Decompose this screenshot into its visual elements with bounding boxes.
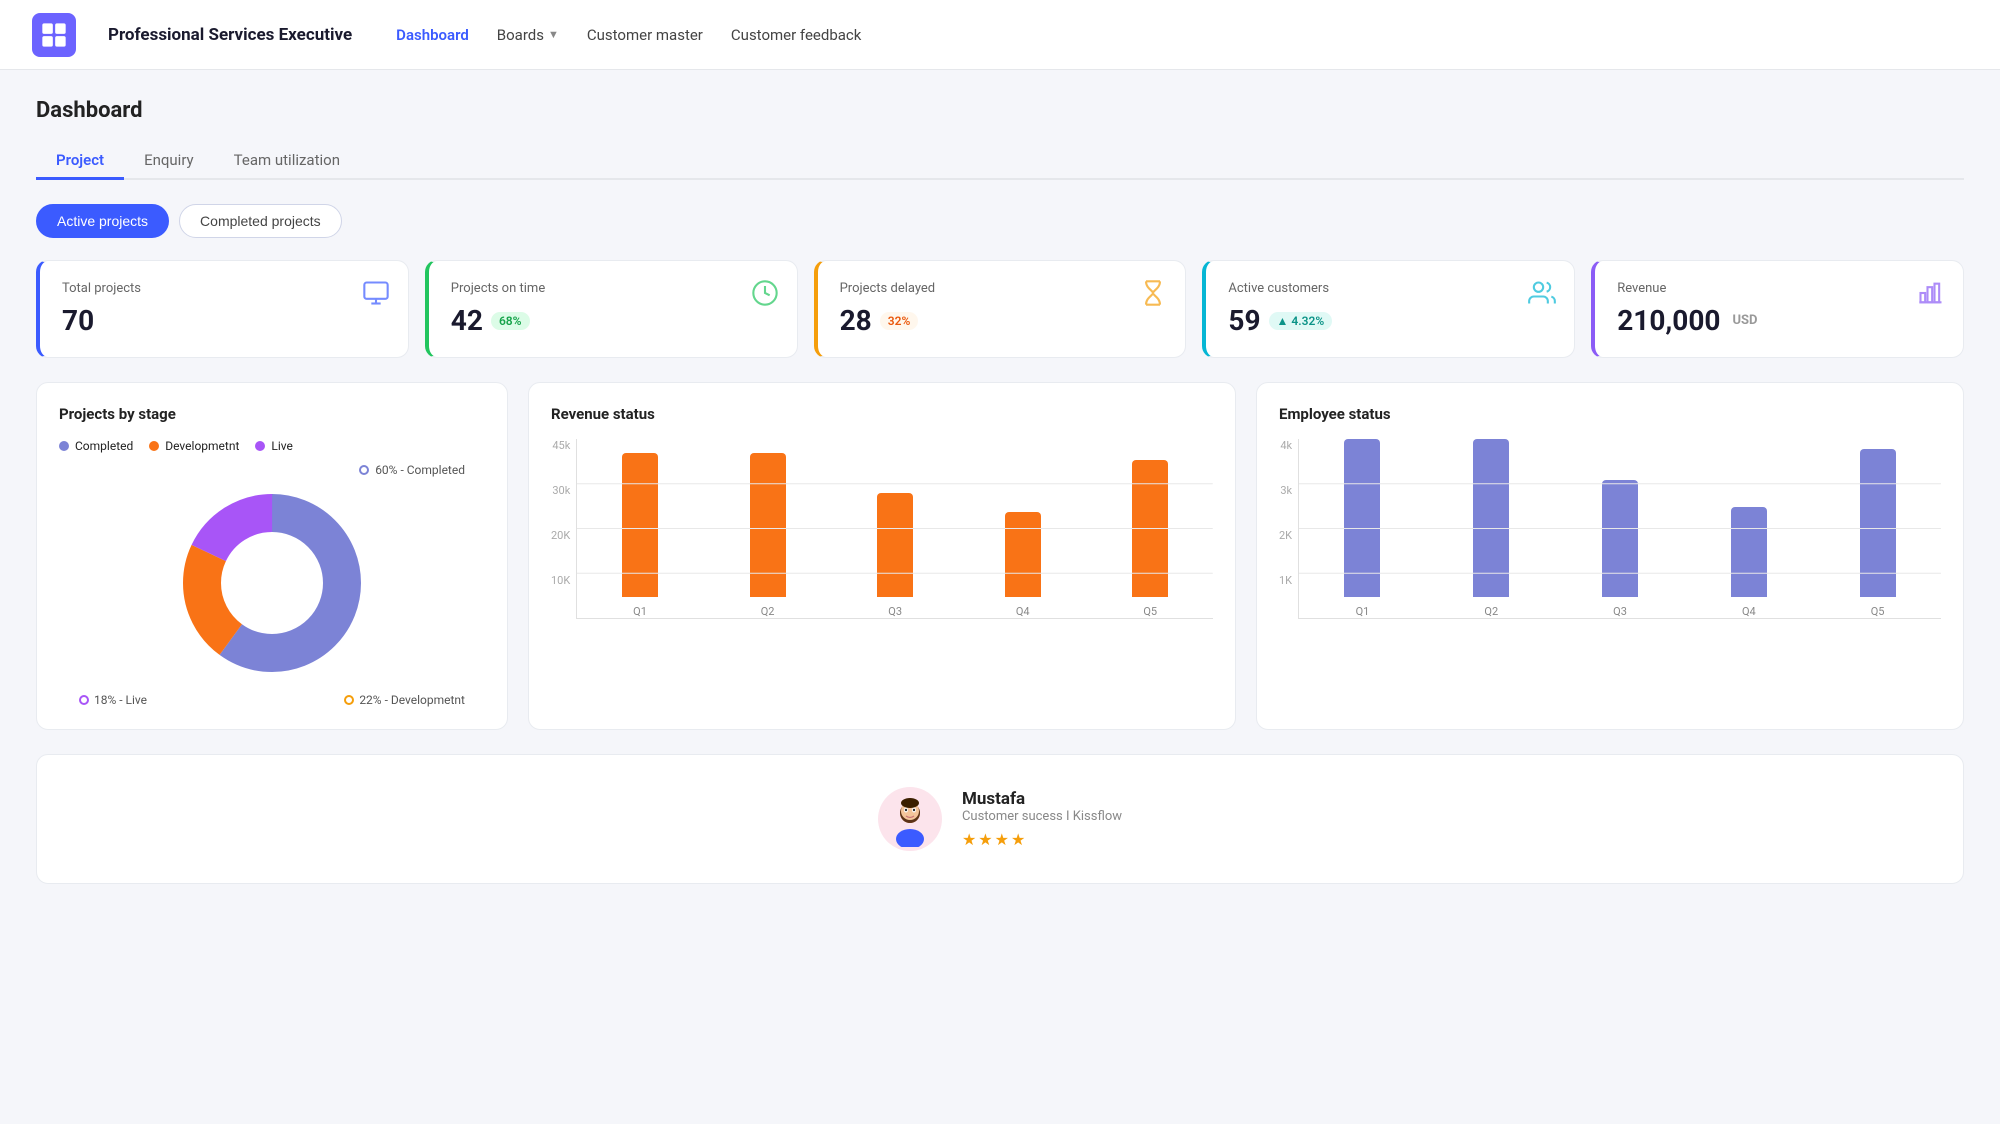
donut-chart-title: Projects by stage [59,405,485,423]
donut-bottom-annotations: 18% - Live 22% - Developmetnt [79,693,465,707]
annotation-completed: 60% - Completed [79,463,465,477]
revenue-chart-area: 45k 30k 20K 10K Q [551,439,1213,619]
kpi-revenue-label: Revenue [1617,281,1941,296]
annotation-dot-live [79,695,89,705]
monitor-icon [362,279,390,313]
revenue-bar-q5: Q5 [1095,460,1205,618]
employee-chart-area: 4k 3k 2K 1K Q1 [1279,439,1941,619]
employee-chart-title: Employee status [1279,405,1941,423]
kpi-ontime-value: 42 68% [451,304,775,337]
bar-q3 [877,493,913,597]
kpi-row: Total projects 70 Projects on time 42 68… [36,260,1964,358]
kpi-customers-badge: ▲ 4.32% [1269,312,1333,330]
kpi-delayed-label: Projects delayed [840,281,1164,296]
main-nav: Dashboard Boards ▼ Customer master Custo… [396,26,861,44]
testimonial-section: Mustafa Customer sucess I Kissflow ★★★★ [36,754,1964,884]
annotation-dev: 22% - Developmetnt [344,693,465,707]
nav-customer-master[interactable]: Customer master [587,26,703,44]
app-logo [32,13,76,57]
hourglass-icon [1139,279,1167,313]
emp-bar-q4 [1731,507,1767,597]
employee-chart-card: Employee status 4k 3k 2K 1K [1256,382,1964,730]
employee-bar-q1: Q1 [1307,439,1418,618]
bar-q2 [750,453,786,597]
revenue-bar-q1: Q1 [585,453,695,618]
kpi-delayed: Projects delayed 28 32% [814,260,1187,358]
legend-live: Live [255,439,292,453]
kpi-revenue-value: 210,000 USD [1617,304,1941,337]
annotation-live: 18% - Live [79,693,147,707]
users-icon [1528,279,1556,313]
bar-q1 [622,453,658,597]
donut-svg [172,483,372,683]
employee-bars: Q1 Q2 Q3 Q4 [1298,439,1941,619]
header: Professional Services Executive Dashboar… [0,0,2000,70]
filter-completed-projects[interactable]: Completed projects [179,204,342,238]
employee-y-axis: 4k 3k 2K 1K [1279,439,1298,619]
donut-legend: Completed Developmetnt Live [59,439,485,453]
legend-dot-live [255,441,265,451]
revenue-bar-q4: Q4 [968,512,1078,618]
kpi-revenue: Revenue 210,000 USD [1591,260,1964,358]
page-tabs: Project Enquiry Team utilization [36,143,1964,180]
legend-dot-dev [149,441,159,451]
kpi-total-label: Total projects [62,281,386,296]
testimonial-info: Mustafa Customer sucess I Kissflow ★★★★ [962,789,1122,849]
donut-chart-card: Projects by stage Completed Developmetnt… [36,382,508,730]
revenue-bars: Q1 Q2 Q3 Q4 [576,439,1213,619]
employee-bar-q5: Q5 [1822,449,1933,618]
main-content: Dashboard Project Enquiry Team utilizati… [0,70,2000,912]
revenue-y-axis: 45k 30k 20K 10K [551,439,576,619]
testimonial-card: Mustafa Customer sucess I Kissflow ★★★★ [878,787,1122,851]
kpi-delayed-badge: 32% [880,312,919,330]
revenue-bar-q3: Q3 [840,493,950,618]
tab-project[interactable]: Project [36,143,124,180]
testimonial-stars: ★★★★ [962,830,1122,849]
grid-icon [40,21,68,49]
nav-boards[interactable]: Boards ▼ [497,26,559,44]
kpi-ontime-badge: 68% [491,312,530,330]
filter-buttons: Active projects Completed projects [36,204,1964,238]
nav-customer-feedback[interactable]: Customer feedback [731,26,861,44]
clock-icon [751,279,779,313]
app-title: Professional Services Executive [108,25,352,45]
avatar-illustration [882,791,938,847]
nav-dashboard[interactable]: Dashboard [396,26,469,44]
emp-bar-q2 [1473,439,1509,597]
legend-dev: Developmetnt [149,439,239,453]
kpi-on-time: Projects on time 42 68% [425,260,798,358]
emp-bar-q5 [1860,449,1896,597]
bar-chart-icon [1917,279,1945,313]
filter-active-projects[interactable]: Active projects [36,204,169,238]
kpi-delayed-value: 28 32% [840,304,1164,337]
bar-q4 [1005,512,1041,597]
testimonial-name: Mustafa [962,789,1122,809]
emp-bar-q3 [1602,480,1638,597]
emp-bar-q1 [1344,439,1380,597]
revenue-chart-title: Revenue status [551,405,1213,423]
legend-completed: Completed [59,439,133,453]
kpi-customers: Active customers 59 ▲ 4.32% [1202,260,1575,358]
kpi-customers-label: Active customers [1228,281,1552,296]
employee-bar-q3: Q3 [1565,480,1676,618]
employee-bar-q4: Q4 [1693,507,1804,618]
revenue-bar-q2: Q2 [713,453,823,618]
testimonial-role: Customer sucess I Kissflow [962,809,1122,824]
charts-row: Projects by stage Completed Developmetnt… [36,382,1964,730]
kpi-customers-value: 59 ▲ 4.32% [1228,304,1552,337]
tab-team-utilization[interactable]: Team utilization [214,143,360,180]
annotation-dot-completed [359,465,369,475]
annotation-dot-dev [344,695,354,705]
kpi-total-value: 70 [62,304,386,337]
employee-bar-q2: Q2 [1436,439,1547,618]
chevron-down-icon: ▼ [548,28,559,41]
kpi-total-projects: Total projects 70 [36,260,409,358]
kpi-ontime-label: Projects on time [451,281,775,296]
avatar [878,787,942,851]
page-title: Dashboard [36,98,1964,123]
tab-enquiry[interactable]: Enquiry [124,143,214,180]
bar-q5 [1132,460,1168,597]
revenue-chart-card: Revenue status 45k 30k 20K 10K [528,382,1236,730]
legend-dot-completed [59,441,69,451]
